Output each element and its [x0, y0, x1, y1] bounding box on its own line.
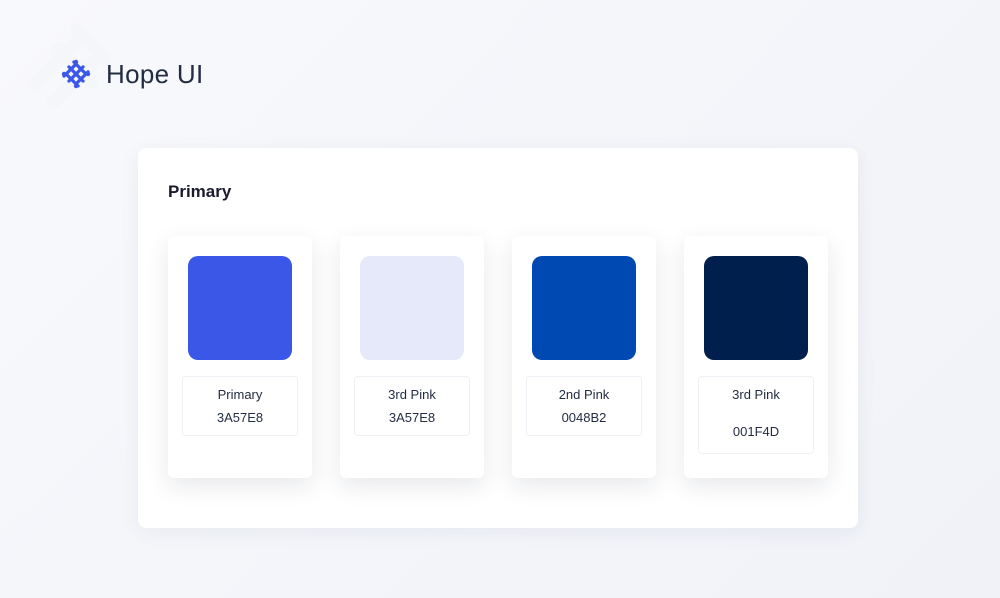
swatch-name: 3rd Pink	[707, 387, 805, 402]
swatch-color	[532, 256, 636, 360]
swatch-card: Primary 3A57E8	[168, 236, 312, 478]
swatch-color	[188, 256, 292, 360]
swatch-card: 2nd Pink 0048B2	[512, 236, 656, 478]
swatch-card: 3rd Pink 001F4D	[684, 236, 828, 478]
swatch-row: Primary 3A57E8 3rd Pink 3A57E8 2nd Pink …	[168, 236, 828, 478]
swatch-name: 2nd Pink	[535, 387, 633, 402]
logo-text: Hope UI	[106, 59, 203, 90]
swatch-hex: 3A57E8	[191, 410, 289, 425]
header: Hope UI	[60, 58, 203, 90]
swatch-info: 3rd Pink 3A57E8	[354, 376, 470, 436]
swatch-info: 2nd Pink 0048B2	[526, 376, 642, 436]
swatch-name: Primary	[191, 387, 289, 402]
swatch-hex: 0048B2	[535, 410, 633, 425]
section-title: Primary	[168, 182, 828, 202]
swatch-info: Primary 3A57E8	[182, 376, 298, 436]
swatch-name: 3rd Pink	[363, 387, 461, 402]
swatch-info: 3rd Pink 001F4D	[698, 376, 814, 454]
swatch-hex: 001F4D	[707, 424, 805, 439]
swatch-hex: 3A57E8	[363, 410, 461, 425]
hope-ui-logo-icon	[60, 58, 92, 90]
color-panel: Primary Primary 3A57E8 3rd Pink 3A57E8 2…	[138, 148, 858, 528]
swatch-color	[360, 256, 464, 360]
swatch-color	[704, 256, 808, 360]
swatch-card: 3rd Pink 3A57E8	[340, 236, 484, 478]
